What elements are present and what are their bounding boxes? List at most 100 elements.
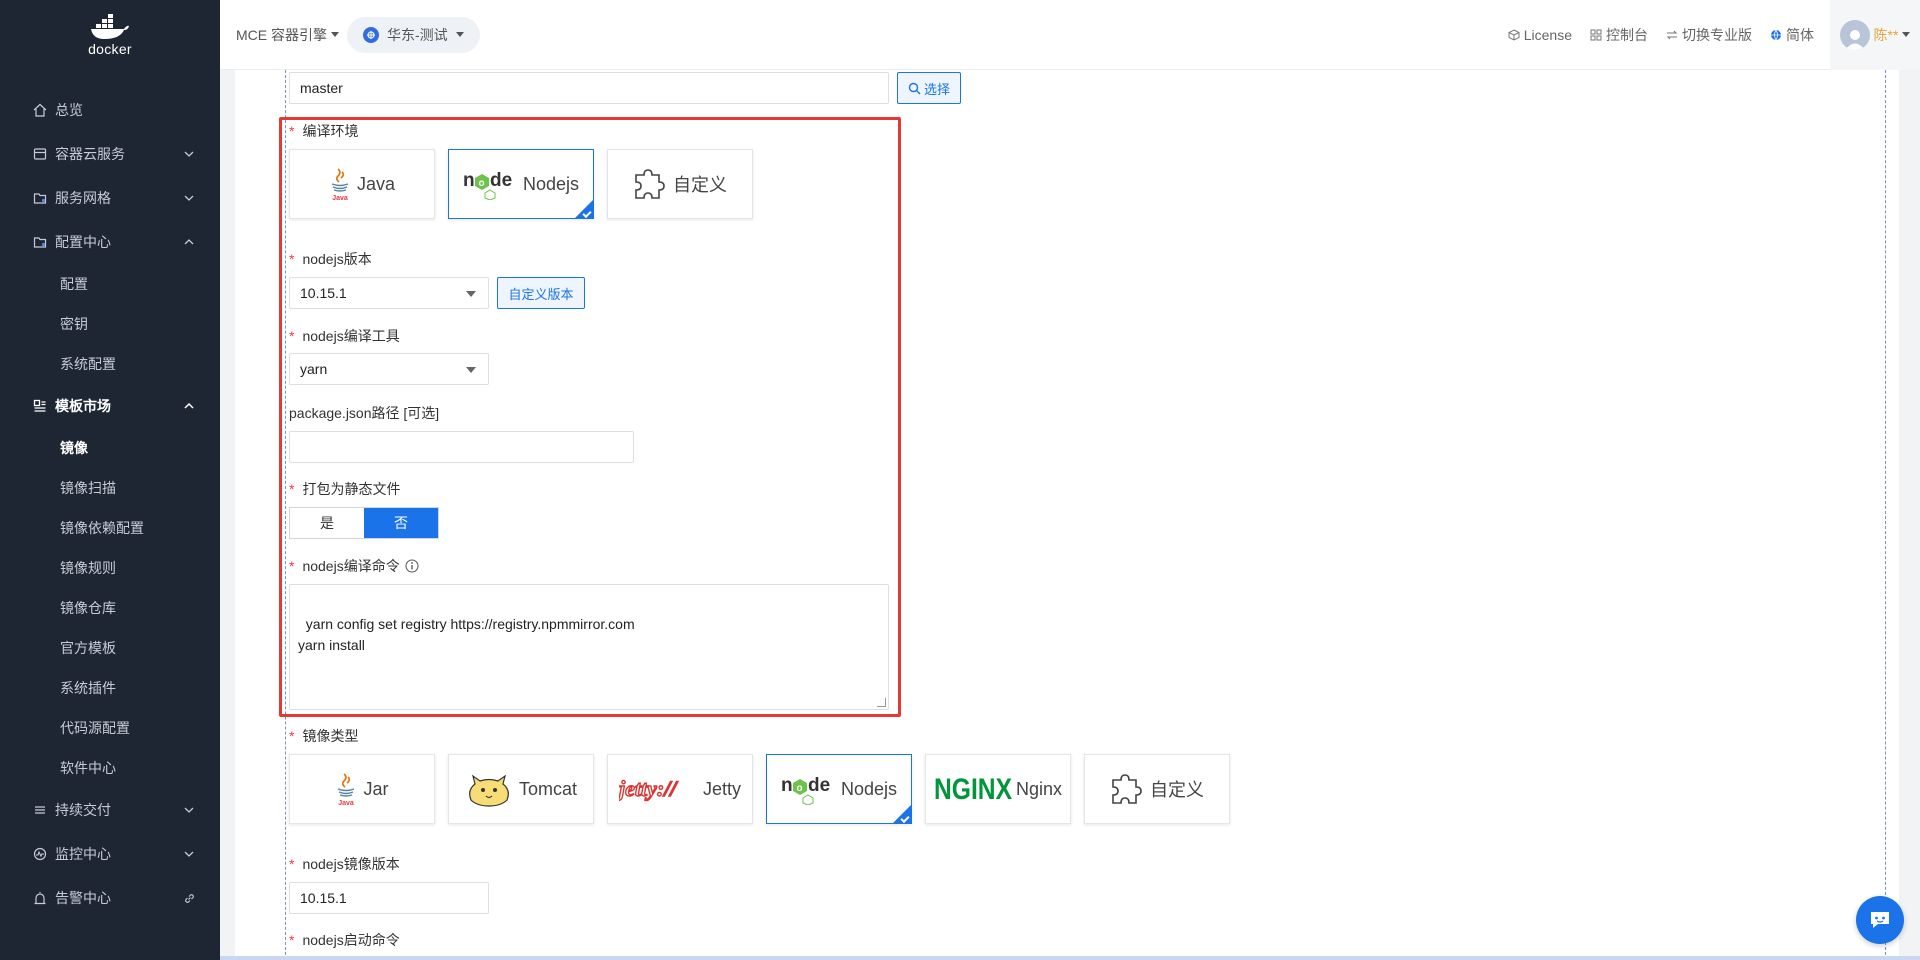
nodejs-version-label: * nodejs版本 <box>289 249 372 269</box>
globe-icon <box>1771 29 1781 41</box>
option-label: Nodejs <box>840 778 898 799</box>
svg-text:NGINX: NGINX <box>934 773 1012 805</box>
package-json-input[interactable] <box>289 431 634 463</box>
console-link[interactable]: 控制台 <box>1590 25 1648 45</box>
language-link[interactable]: 简体 <box>1770 25 1814 45</box>
chevron-up-icon <box>182 235 196 249</box>
sidebar-item-label: 容器云服务 <box>55 146 125 162</box>
caret-down-icon <box>455 32 464 37</box>
sidebar: docker 总览 容器云服务 服务网格 配置中心 配置 密钥 系统配置 模板市… <box>0 0 220 960</box>
sidebar-subitem-image-scan[interactable]: 镜像扫描 <box>0 468 220 508</box>
external-link-icon <box>182 891 196 905</box>
image-type-option-custom[interactable]: 自定义 <box>1084 754 1230 824</box>
build-cmd-textarea[interactable]: yarn config set registry https://registr… <box>289 584 889 710</box>
static-files-toggle: 是 否 <box>289 507 439 539</box>
start-cmd-label: * nodejs启动命令 <box>289 930 400 950</box>
docker-whale-icon <box>91 13 129 39</box>
sidebar-item-alarm[interactable]: 告警中心 <box>0 876 220 920</box>
branch-input[interactable]: master <box>289 72 889 104</box>
sidebar-nav: 总览 容器云服务 服务网格 配置中心 配置 密钥 系统配置 模板市场 镜像 镜像… <box>0 70 220 920</box>
package-json-label: package.json路径 [可选] <box>289 405 440 421</box>
avatar <box>1839 19 1870 50</box>
resize-handle[interactable] <box>877 698 886 707</box>
tomcat-icon <box>469 774 509 807</box>
required-mark: * <box>289 728 295 744</box>
image-type-option-nginx[interactable]: NGINX Nginx <box>925 754 1071 824</box>
image-version-input[interactable]: 10.15.1 <box>289 882 489 914</box>
select-branch-button[interactable]: 选择 <box>897 72 961 104</box>
sidebar-item-label: 告警中心 <box>55 890 111 906</box>
static-yes-option[interactable]: 是 <box>290 508 364 538</box>
info-icon[interactable] <box>405 559 419 573</box>
user-menu[interactable]: 陈** <box>1830 0 1920 70</box>
build-env-option-custom[interactable]: 自定义 <box>607 149 753 219</box>
build-tool-select[interactable]: yarn <box>289 353 489 385</box>
search-icon <box>908 82 921 94</box>
image-type-option-nodejs[interactable]: n o de Nodejs <box>766 754 912 824</box>
monitor-icon <box>32 846 48 862</box>
sidebar-item-overview[interactable]: 总览 <box>0 88 220 132</box>
sidebar-item-label: 总览 <box>55 102 83 118</box>
sidebar-subitem-image[interactable]: 镜像 <box>0 428 220 468</box>
sidebar-item-container-cloud[interactable]: 容器云服务 <box>0 132 220 176</box>
sidebar-item-continuous-delivery[interactable]: 持续交付 <box>0 788 220 832</box>
folder-icon <box>32 190 48 206</box>
sidebar-item-config-center[interactable]: 配置中心 <box>0 220 220 264</box>
caret-down-icon <box>1902 32 1911 37</box>
license-link[interactable]: License <box>1508 27 1572 43</box>
option-label: Tomcat <box>518 778 578 799</box>
svg-text:de: de <box>490 170 512 191</box>
sidebar-subitem-image-rules[interactable]: 镜像规则 <box>0 548 220 588</box>
sidebar-item-monitoring[interactable]: 监控中心 <box>0 832 220 876</box>
static-files-label-text: 打包为静态文件 <box>302 481 401 497</box>
build-tool-label: * nodejs编译工具 <box>289 326 400 346</box>
sidebar-subitem-secret[interactable]: 密钥 <box>0 304 220 344</box>
sidebar-subitem-official-templates[interactable]: 官方模板 <box>0 628 220 668</box>
sidebar-subitem-image-repo[interactable]: 镜像仓库 <box>0 588 220 628</box>
required-mark: * <box>289 123 295 139</box>
sidebar-subitem-system-plugins[interactable]: 系统插件 <box>0 668 220 708</box>
caret-down-icon <box>466 291 476 297</box>
required-mark: * <box>289 932 295 948</box>
image-type-option-jar[interactable]: Java Jar <box>289 754 435 824</box>
region-switcher[interactable]: 华东-测试 <box>347 16 480 53</box>
jetty-icon: jetty:// <box>619 775 679 801</box>
sidebar-subitem-code-source[interactable]: 代码源配置 <box>0 708 220 748</box>
chat-support-button[interactable] <box>1856 896 1904 944</box>
option-label: 自定义 <box>1150 780 1204 800</box>
nodejs-version-select[interactable]: 10.15.1 <box>289 277 489 309</box>
switch-pro-link[interactable]: 切换专业版 <box>1666 25 1752 45</box>
image-type-option-tomcat[interactable]: Tomcat <box>448 754 594 824</box>
option-label: Nodejs <box>522 173 580 194</box>
build-cmd-text: yarn config set registry https://registr… <box>298 616 635 653</box>
image-type-option-jetty[interactable]: jetty:// Jetty <box>607 754 753 824</box>
sidebar-item-template-market[interactable]: 模板市场 <box>0 384 220 428</box>
static-no-option[interactable]: 否 <box>364 508 438 538</box>
build-env-option-java[interactable]: Java Java <box>289 149 435 219</box>
build-env-option-nodejs[interactable]: n o de Nodejs <box>448 149 594 219</box>
custom-version-button[interactable]: 自定义版本 <box>497 277 585 309</box>
svg-text:de: de <box>808 775 830 796</box>
dashed-guide-right <box>1885 70 1886 960</box>
sidebar-subitem-config[interactable]: 配置 <box>0 264 220 304</box>
sidebar-subitem-system-config[interactable]: 系统配置 <box>0 344 220 384</box>
option-label: Nginx <box>1015 778 1063 799</box>
java-icon: Java <box>338 773 355 806</box>
build-cmd-label: * nodejs编译命令 <box>289 556 419 576</box>
docker-logo[interactable]: docker <box>0 0 220 70</box>
region-label: 华东-测试 <box>387 26 448 43</box>
build-env-label: * 编译环境 <box>289 121 358 141</box>
config-icon <box>32 234 48 250</box>
required-mark: * <box>289 856 295 872</box>
sidebar-item-service-mesh[interactable]: 服务网格 <box>0 176 220 220</box>
home-icon <box>32 102 48 118</box>
engine-switcher[interactable]: MCE 容器引擎 <box>236 25 339 45</box>
sidebar-subitem-image-dependency[interactable]: 镜像依赖配置 <box>0 508 220 548</box>
caret-down-icon <box>466 367 476 373</box>
build-tool-value: yarn <box>300 361 328 377</box>
engine-label: MCE 容器引擎 <box>236 26 327 43</box>
java-icon: Java <box>331 168 349 201</box>
sidebar-item-label: 配置中心 <box>55 234 111 250</box>
sidebar-subitem-software-center[interactable]: 软件中心 <box>0 748 220 788</box>
chevron-down-icon <box>182 147 196 161</box>
